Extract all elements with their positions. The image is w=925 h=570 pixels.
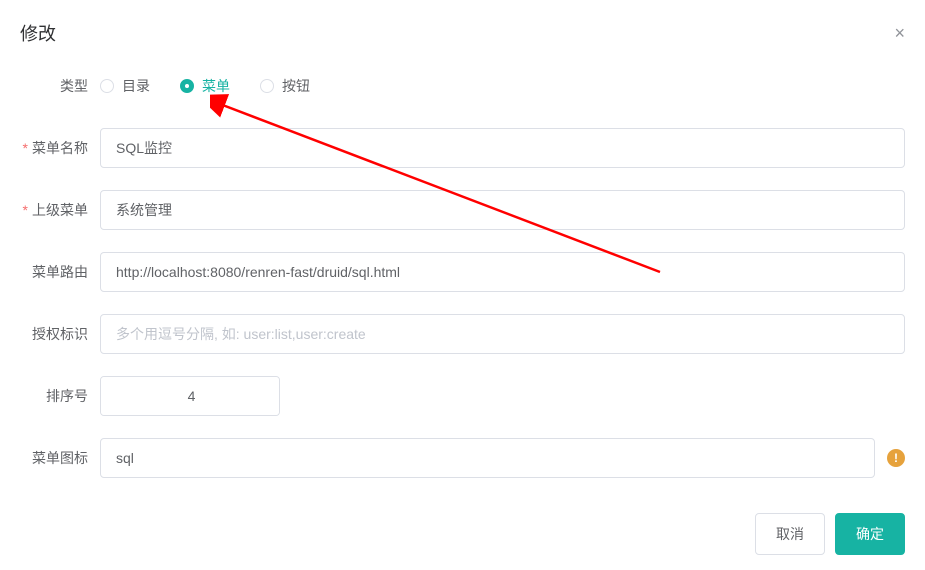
close-icon[interactable]: × [894, 24, 905, 42]
label-parent: 上级菜单 [20, 190, 100, 230]
radio-label: 目录 [122, 76, 150, 96]
label-icon: 菜单图标 [20, 438, 100, 478]
form-item-name: 菜单名称 [20, 128, 905, 168]
dialog-title: 修改 [20, 20, 56, 46]
form-item-route: 菜单路由 [20, 252, 905, 292]
dialog: 修改 × 类型 目录 菜单 按钮 菜单 [0, 0, 925, 570]
dialog-footer: 取消 确定 [755, 513, 905, 555]
input-route[interactable] [100, 252, 905, 292]
form-item-icon: 菜单图标 ! [20, 438, 905, 478]
radio-directory[interactable]: 目录 [100, 76, 150, 96]
radio-label: 菜单 [202, 76, 230, 96]
label-name: 菜单名称 [20, 128, 100, 168]
input-number-order [100, 376, 280, 416]
form-item-type: 类型 目录 菜单 按钮 [20, 66, 905, 106]
form-item-parent: 上级菜单 [20, 190, 905, 230]
confirm-button[interactable]: 确定 [835, 513, 905, 555]
input-order-value[interactable] [101, 377, 280, 415]
radio-menu[interactable]: 菜单 [180, 76, 230, 96]
radio-label: 按钮 [282, 76, 310, 96]
warning-icon[interactable]: ! [887, 449, 905, 467]
input-name[interactable] [100, 128, 905, 168]
dialog-header: 修改 × [0, 0, 925, 56]
label-perm: 授权标识 [20, 314, 100, 354]
input-icon[interactable] [100, 438, 875, 478]
input-parent[interactable] [100, 190, 905, 230]
cancel-button[interactable]: 取消 [755, 513, 825, 555]
radio-circle-icon [260, 79, 274, 93]
label-order: 排序号 [20, 376, 100, 416]
label-route: 菜单路由 [20, 252, 100, 292]
input-perm[interactable] [100, 314, 905, 354]
dialog-body: 类型 目录 菜单 按钮 菜单名称 [0, 56, 925, 520]
radio-circle-icon [100, 79, 114, 93]
label-type: 类型 [20, 66, 100, 106]
form-item-order: 排序号 [20, 376, 905, 416]
form-item-perm: 授权标识 [20, 314, 905, 354]
radio-group-type: 目录 菜单 按钮 [100, 76, 905, 96]
radio-circle-icon [180, 79, 194, 93]
radio-button[interactable]: 按钮 [260, 76, 310, 96]
